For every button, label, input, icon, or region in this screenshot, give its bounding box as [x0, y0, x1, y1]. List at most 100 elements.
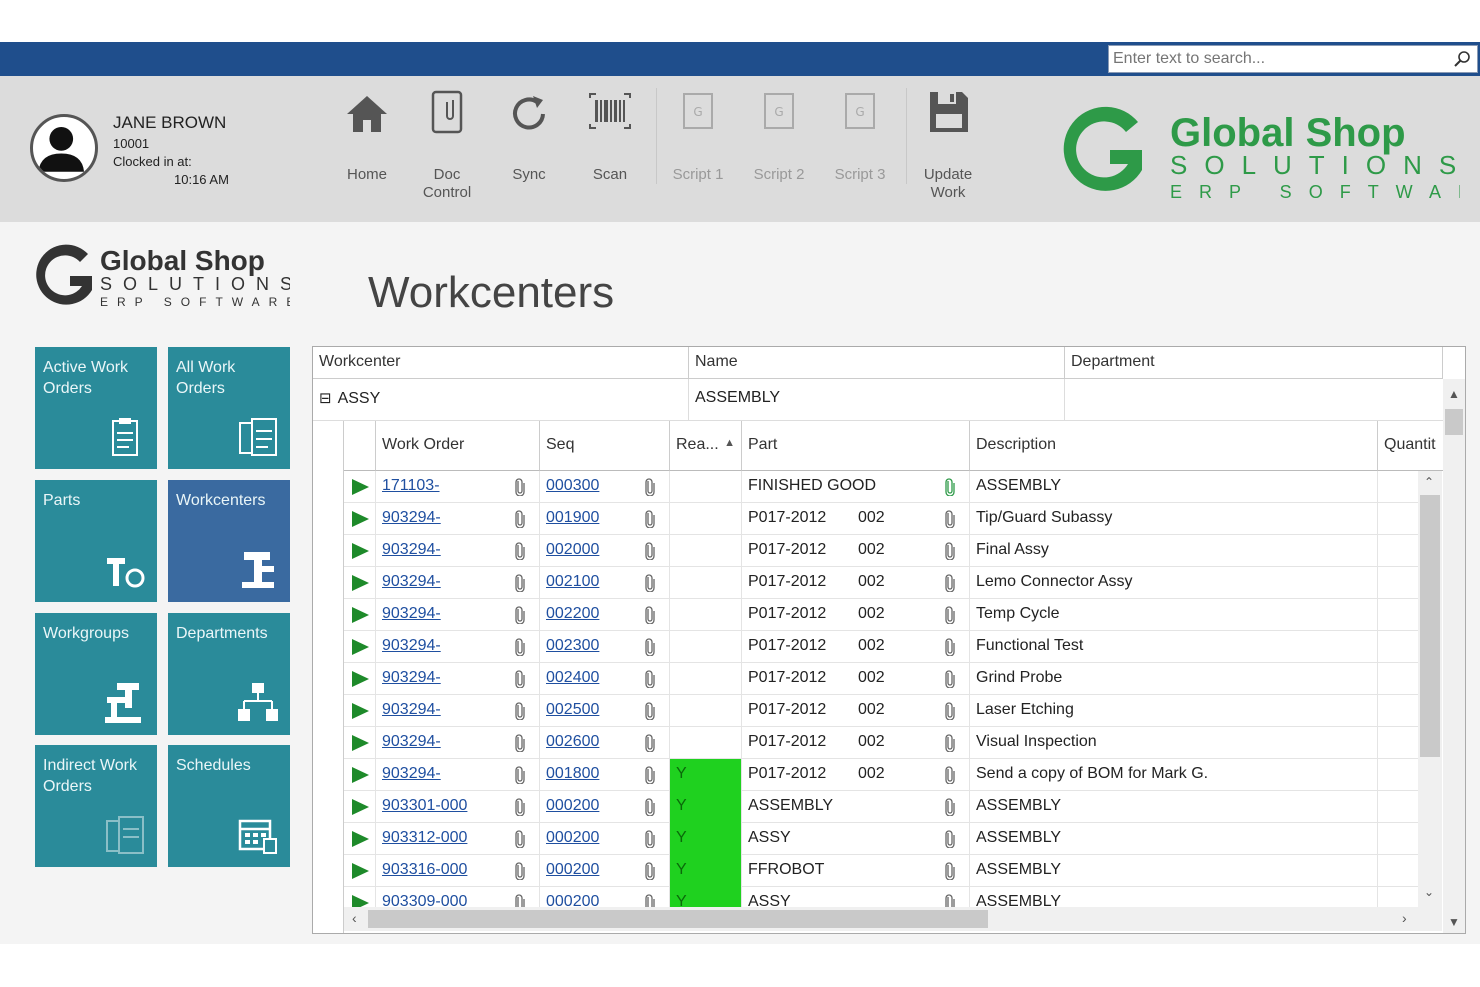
table-row[interactable]: 903316-000 000200 Y FFROBOT ASSEMBLY	[344, 855, 1418, 887]
attachment-icon[interactable]	[644, 830, 656, 849]
work-order-link[interactable]: 903301-000	[382, 797, 467, 814]
row-start-cell[interactable]	[344, 535, 376, 567]
scroll-down-icon[interactable]: ▼	[1448, 915, 1460, 929]
play-icon[interactable]	[350, 606, 370, 624]
table-row[interactable]: 903294- 002400 P017-2012 002 Grind Probe	[344, 663, 1418, 695]
table-row[interactable]: 903294- 001900 P017-2012 002 Tip/Guard Subas…	[344, 503, 1418, 535]
work-order-link[interactable]: 903316-000	[382, 861, 467, 878]
attachment-icon[interactable]	[514, 862, 526, 881]
table-row[interactable]: 903301-000 000200 Y ASSEMBLY ASSEMBLY	[344, 791, 1418, 823]
attachment-icon[interactable]	[514, 830, 526, 849]
play-icon[interactable]	[350, 478, 370, 496]
row-start-cell[interactable]	[344, 663, 376, 695]
scroll-up-icon[interactable]: ⌃	[1424, 475, 1434, 489]
attachment-icon[interactable]	[644, 606, 656, 625]
attachment-icon[interactable]	[944, 478, 956, 497]
row-start-cell[interactable]	[344, 759, 376, 791]
attachment-icon[interactable]	[514, 478, 526, 497]
column-header-ready[interactable]: Rea... ▲	[670, 421, 742, 471]
scroll-down-icon[interactable]: ⌄	[1424, 885, 1434, 899]
play-icon[interactable]	[350, 766, 370, 784]
play-icon[interactable]	[350, 862, 370, 880]
column-header-name[interactable]: Name	[689, 347, 1065, 379]
search-icon[interactable]	[1453, 50, 1471, 68]
work-order-link[interactable]: 903294-	[382, 669, 441, 686]
attachment-icon[interactable]	[944, 606, 956, 625]
row-start-cell[interactable]	[344, 599, 376, 631]
seq-link[interactable]: 002500	[546, 701, 599, 718]
seq-link[interactable]: 001900	[546, 509, 599, 526]
attachment-icon[interactable]	[514, 670, 526, 689]
home-button[interactable]: Home	[327, 90, 407, 200]
work-order-link[interactable]: 903294-	[382, 637, 441, 654]
attachment-icon[interactable]	[644, 798, 656, 817]
table-row[interactable]: 903294- 002000 P017-2012 002 Final Assy	[344, 535, 1418, 567]
row-start-cell[interactable]	[344, 471, 376, 503]
attachment-icon[interactable]	[944, 830, 956, 849]
seq-link[interactable]: 002100	[546, 573, 599, 590]
attachment-icon[interactable]	[944, 862, 956, 881]
user-avatar[interactable]	[30, 114, 98, 182]
attachment-icon[interactable]	[514, 798, 526, 817]
column-header-department[interactable]: Department	[1065, 347, 1443, 379]
seq-link[interactable]: 002300	[546, 637, 599, 654]
attachment-icon[interactable]	[514, 574, 526, 593]
play-icon[interactable]	[350, 670, 370, 688]
search-box[interactable]	[1108, 45, 1478, 73]
group-row-assy[interactable]: ⊟ ASSY ASSEMBLY	[313, 379, 1443, 421]
attachment-icon[interactable]	[944, 510, 956, 529]
script-3-button[interactable]: G Script 3	[820, 90, 900, 200]
table-row[interactable]: 903312-000 000200 Y ASSY ASSEMBLY	[344, 823, 1418, 855]
tile-departments[interactable]: Departments	[168, 613, 290, 735]
column-header-seq[interactable]: Seq	[540, 421, 670, 471]
attachment-icon[interactable]	[944, 798, 956, 817]
row-start-cell[interactable]	[344, 631, 376, 663]
script-2-button[interactable]: G Script 2	[739, 90, 819, 200]
work-order-link[interactable]: 903294-	[382, 509, 441, 526]
row-start-cell[interactable]	[344, 727, 376, 759]
work-order-link[interactable]: 903294-	[382, 573, 441, 590]
column-header-part[interactable]: Part	[742, 421, 970, 471]
row-start-cell[interactable]	[344, 791, 376, 823]
script-1-button[interactable]: G Script 1	[658, 90, 738, 200]
attachment-icon[interactable]	[944, 638, 956, 657]
attachment-icon[interactable]	[514, 606, 526, 625]
tile-indirect-work-orders[interactable]: Indirect Work Orders	[35, 745, 157, 867]
scroll-left-icon[interactable]: ‹	[352, 910, 357, 926]
row-start-cell[interactable]	[344, 823, 376, 855]
sync-button[interactable]: Sync	[489, 90, 569, 200]
work-order-link[interactable]: 903312-000	[382, 829, 467, 846]
tile-active-work-orders[interactable]: Active Work Orders	[35, 347, 157, 469]
attachment-icon[interactable]	[514, 702, 526, 721]
work-order-link[interactable]: 903294-	[382, 701, 441, 718]
table-row[interactable]: 171103- 000300 FINISHED GOOD ASSEMBLY	[344, 471, 1418, 503]
attachment-icon[interactable]	[944, 702, 956, 721]
play-icon[interactable]	[350, 574, 370, 592]
search-input[interactable]	[1113, 48, 1453, 70]
column-header-work-order[interactable]: Work Order	[376, 421, 540, 471]
seq-link[interactable]: 000200	[546, 797, 599, 814]
row-start-cell[interactable]	[344, 503, 376, 535]
table-row[interactable]: 903294- 002200 P017-2012 002 Temp Cycle	[344, 599, 1418, 631]
play-icon[interactable]	[350, 830, 370, 848]
seq-link[interactable]: 002600	[546, 733, 599, 750]
table-row[interactable]: 903294- 002300 P017-2012 002 Functional Test	[344, 631, 1418, 663]
attachment-icon[interactable]	[514, 734, 526, 753]
seq-link[interactable]: 002400	[546, 669, 599, 686]
tile-schedules[interactable]: Schedules	[168, 745, 290, 867]
tile-parts[interactable]: Parts	[35, 480, 157, 602]
attachment-icon[interactable]	[644, 862, 656, 881]
seq-link[interactable]: 000200	[546, 829, 599, 846]
play-icon[interactable]	[350, 542, 370, 560]
doc-control-button[interactable]: Doc Control	[407, 90, 487, 201]
work-order-link[interactable]: 903294-	[382, 765, 441, 782]
inner-scroll-thumb[interactable]	[1420, 495, 1440, 757]
play-icon[interactable]	[350, 734, 370, 752]
attachment-icon[interactable]	[644, 670, 656, 689]
column-header-quantity[interactable]: Quantit	[1378, 421, 1443, 471]
table-row[interactable]: 903294- 002600 P017-2012 002 Visual Inspecti…	[344, 727, 1418, 759]
work-order-link[interactable]: 903294-	[382, 541, 441, 558]
tile-workgroups[interactable]: Workgroups	[35, 613, 157, 735]
play-icon[interactable]	[350, 638, 370, 656]
attachment-icon[interactable]	[644, 638, 656, 657]
